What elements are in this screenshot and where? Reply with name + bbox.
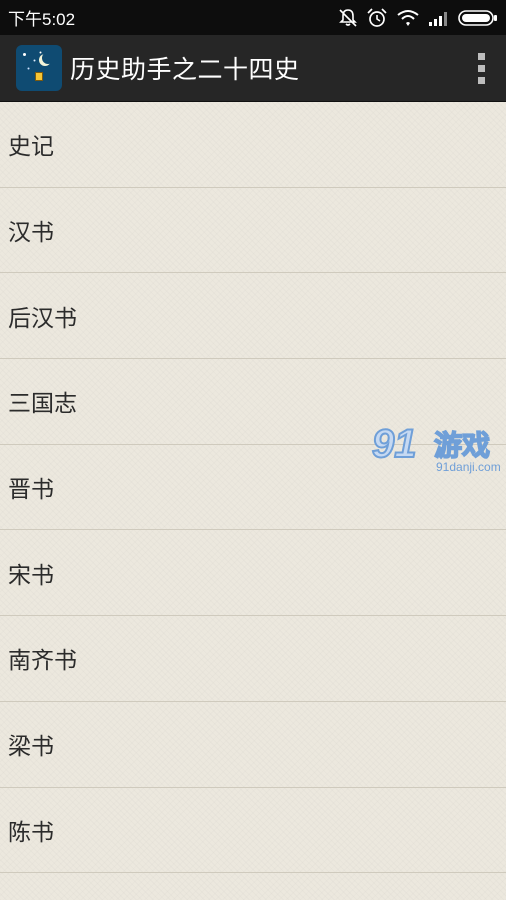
- list-item[interactable]: 南齐书: [0, 616, 506, 702]
- overflow-menu-icon[interactable]: [466, 43, 496, 93]
- list-item[interactable]: 梁书: [0, 702, 506, 788]
- status-icons: [338, 7, 498, 28]
- book-list: 史记 汉书 后汉书 三国志 晋书 宋书 南齐书 梁书 陈书: [0, 102, 506, 900]
- status-time: 下午5:02: [8, 10, 76, 29]
- list-item-label: 晋书: [8, 477, 54, 504]
- watermark-logo: 91 游戏 91danji.com: [370, 420, 506, 480]
- list-item[interactable]: 陈书: [0, 788, 506, 874]
- wifi-icon: [396, 9, 420, 27]
- action-bar: 历史助手之二十四史: [0, 35, 506, 102]
- list-item[interactable]: 汉书: [0, 188, 506, 274]
- list-item-label: 宋书: [8, 562, 54, 589]
- list-item-label: 南齐书: [8, 648, 77, 675]
- list-item-label: 后汉书: [8, 305, 77, 332]
- alarm-icon: [366, 7, 388, 28]
- status-bar: 下午5:02: [0, 0, 506, 35]
- list-item[interactable]: 史记: [0, 102, 506, 188]
- signal-icon: [428, 10, 450, 26]
- page-title: 历史助手之二十四史: [70, 55, 300, 84]
- watermark-logo-mark: 91: [371, 421, 417, 467]
- list-item-label: 梁书: [8, 734, 54, 761]
- app-logo-icon[interactable]: [16, 45, 62, 91]
- list-item-label: 三国志: [8, 391, 77, 418]
- list-item-label: 史记: [8, 134, 54, 161]
- watermark-url: 91danji.com: [436, 460, 501, 474]
- battery-icon: [458, 9, 498, 27]
- list-item-label: 陈书: [8, 819, 54, 846]
- list-item-label: 汉书: [8, 220, 54, 247]
- list-item[interactable]: 后汉书: [0, 273, 506, 360]
- notifications-off-icon: [338, 8, 358, 28]
- watermark-text: 游戏: [433, 428, 491, 463]
- list-item[interactable]: 宋书: [0, 530, 506, 617]
